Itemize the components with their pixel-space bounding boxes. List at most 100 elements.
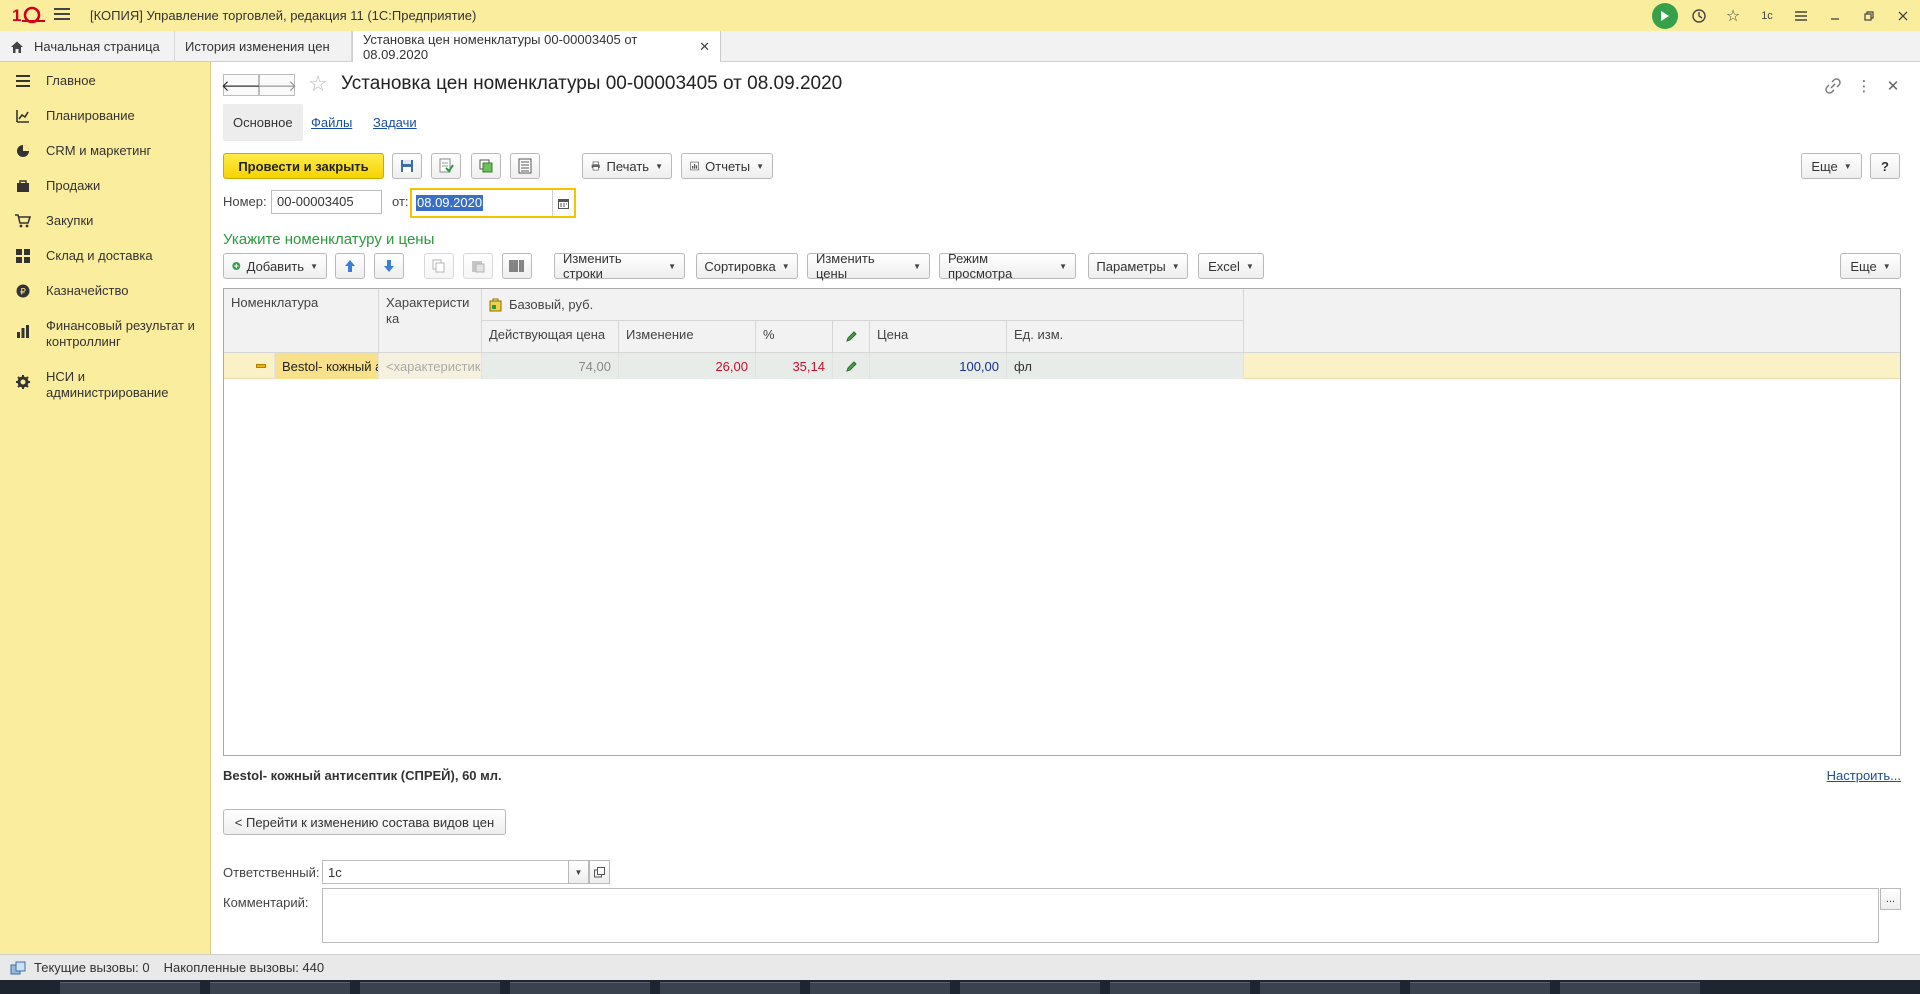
column-header-edit[interactable]: [833, 321, 870, 353]
link-icon[interactable]: [1821, 74, 1845, 98]
responsible-field[interactable]: 1с: [322, 860, 569, 884]
interaction-button[interactable]: [1648, 0, 1682, 31]
sidebar-item-finance[interactable]: Финансовый результат и контроллинг: [0, 318, 211, 350]
parameters-button[interactable]: Параметры ▼: [1088, 253, 1188, 279]
sidebar-item-warehouse[interactable]: Склад и доставка: [0, 248, 211, 264]
column-header-change[interactable]: Изменение: [619, 321, 756, 353]
sidebar-item-sales[interactable]: Продажи: [0, 178, 211, 194]
user-label[interactable]: 1c: [1750, 0, 1784, 31]
column-header-percent[interactable]: %: [756, 321, 833, 353]
comment-field[interactable]: [322, 888, 1879, 943]
change-prices-button[interactable]: Изменить цены ▼: [807, 251, 930, 281]
subtab-main[interactable]: Основное: [223, 104, 303, 141]
move-down-button[interactable]: [374, 253, 404, 279]
column-header-item[interactable]: Номенклатура: [224, 289, 379, 353]
tab-price-setting[interactable]: Установка цен номенклатуры 00-00003405 о…: [352, 31, 721, 62]
date-label: от:: [392, 194, 409, 209]
cell-edit[interactable]: [833, 353, 870, 379]
back-button[interactable]: 🡐: [221, 74, 261, 96]
move-up-button[interactable]: [335, 253, 365, 279]
copy-row-button[interactable]: [424, 253, 454, 279]
tab-home[interactable]: Начальная страница: [0, 31, 175, 62]
print-label: Печать: [606, 158, 650, 174]
taskbar-item[interactable]: [210, 982, 350, 994]
paste-row-button[interactable]: [463, 253, 493, 279]
number-field[interactable]: 00-00003405: [271, 190, 382, 214]
current-calls: Текущие вызовы: 0: [34, 960, 150, 975]
server-calls-icon[interactable]: [10, 961, 26, 975]
more-vertical-icon[interactable]: ⋮: [1852, 74, 1876, 98]
setup-link[interactable]: Настроить...: [1827, 768, 1901, 783]
close-tab-icon[interactable]: ✕: [699, 39, 710, 55]
settings-menu-icon[interactable]: [1784, 0, 1818, 31]
history-icon[interactable]: [1682, 0, 1716, 31]
taskbar-item[interactable]: [810, 982, 950, 994]
dropdown-caret-icon: ▼: [1245, 261, 1254, 271]
taskbar-item[interactable]: [60, 982, 200, 994]
post-button[interactable]: [431, 153, 461, 179]
main-menu-icon[interactable]: [54, 8, 70, 22]
sidebar-item-crm[interactable]: CRM и маркетинг: [0, 143, 211, 159]
taskbar-item[interactable]: [1560, 982, 1700, 994]
favorites-star-icon[interactable]: ☆: [1716, 0, 1750, 31]
taskbar-item[interactable]: [1110, 982, 1250, 994]
minimize-icon[interactable]: [1818, 0, 1852, 31]
save-button[interactable]: [392, 153, 422, 179]
sidebar-item-purchases[interactable]: Закупки: [0, 213, 211, 229]
add-button[interactable]: Добавить ▼: [223, 253, 327, 279]
change-rows-button[interactable]: Изменить строки ▼: [554, 251, 685, 281]
1c-logo-icon[interactable]: 1: [12, 5, 46, 25]
cell-characteristic[interactable]: <характеристики не используются>: [379, 353, 482, 379]
excel-button[interactable]: Excel ▼: [1198, 253, 1264, 279]
taskbar-item[interactable]: [1410, 982, 1550, 994]
taskbar-item[interactable]: [510, 982, 650, 994]
tab-price-history[interactable]: История изменения цен: [175, 31, 352, 62]
document-list-button[interactable]: [510, 153, 540, 179]
sort-label: Сортировка: [704, 258, 776, 274]
restore-icon[interactable]: [1852, 0, 1886, 31]
cell-item[interactable]: Bestol- кожный антисептик (СПРЕЙ), 60 мл…: [275, 353, 379, 379]
sort-button[interactable]: Сортировка ▼: [696, 253, 798, 279]
prices-table[interactable]: Номенклатура Характеристика Базовый, руб…: [223, 288, 1901, 756]
goto-price-types-button[interactable]: < Перейти к изменению состава видов цен: [223, 809, 506, 835]
barcode-button[interactable]: [502, 253, 532, 279]
view-mode-label: Режим просмотра: [948, 251, 1013, 281]
taskbar-item[interactable]: [960, 982, 1100, 994]
taskbar-item[interactable]: [360, 982, 500, 994]
forward-button[interactable]: 🡒: [257, 74, 297, 96]
column-header-unit[interactable]: Ед. изм.: [1007, 321, 1244, 353]
column-header-characteristic[interactable]: Характеристика: [379, 289, 482, 353]
view-mode-button[interactable]: Режим просмотра ▼: [939, 251, 1076, 281]
taskbar-item[interactable]: [1260, 982, 1400, 994]
more-button[interactable]: Еще ▼: [1801, 153, 1862, 179]
subtab-files[interactable]: Файлы: [301, 104, 362, 141]
calendar-icon[interactable]: [552, 190, 574, 216]
responsible-dropdown-button[interactable]: ▼: [568, 860, 589, 884]
close-form-icon[interactable]: ✕: [1881, 74, 1905, 98]
date-field[interactable]: 08.09.2020: [410, 188, 576, 218]
taskbar-item[interactable]: [660, 982, 800, 994]
cell-price[interactable]: 100,00: [870, 353, 1007, 379]
column-header-current-price[interactable]: Действующая цена: [482, 321, 619, 353]
subtab-tasks[interactable]: Задачи: [363, 104, 427, 141]
cell-unit[interactable]: фл: [1007, 353, 1244, 379]
table-more-button[interactable]: Еще ▼: [1840, 253, 1901, 279]
print-button[interactable]: Печать ▼: [582, 153, 672, 179]
sidebar-item-planning[interactable]: Планирование: [0, 108, 211, 124]
column-header-price[interactable]: Цена: [870, 321, 1007, 353]
sidebar-item-main[interactable]: Главное: [0, 73, 211, 89]
help-button[interactable]: ?: [1870, 153, 1900, 179]
sidebar-item-treasury[interactable]: ₽ Казначейство: [0, 283, 211, 299]
dropdown-caret-icon: ▼: [668, 261, 676, 271]
accumulated-calls: Накопленные вызовы: 440: [163, 960, 325, 975]
post-and-close-button[interactable]: Провести и закрыть: [223, 153, 384, 179]
sidebar-item-admin[interactable]: НСИ и администрирование: [0, 369, 211, 401]
close-window-icon[interactable]: [1886, 0, 1920, 31]
favorite-star-icon[interactable]: ☆: [306, 71, 330, 96]
comment-more-button[interactable]: ...: [1880, 888, 1901, 910]
column-group-base-price[interactable]: Базовый, руб.: [482, 289, 1244, 321]
price-type-icon: [489, 298, 502, 311]
responsible-open-button[interactable]: [589, 860, 610, 884]
reports-button[interactable]: Отчеты ▼: [681, 153, 773, 179]
copy-document-button[interactable]: [471, 153, 501, 179]
